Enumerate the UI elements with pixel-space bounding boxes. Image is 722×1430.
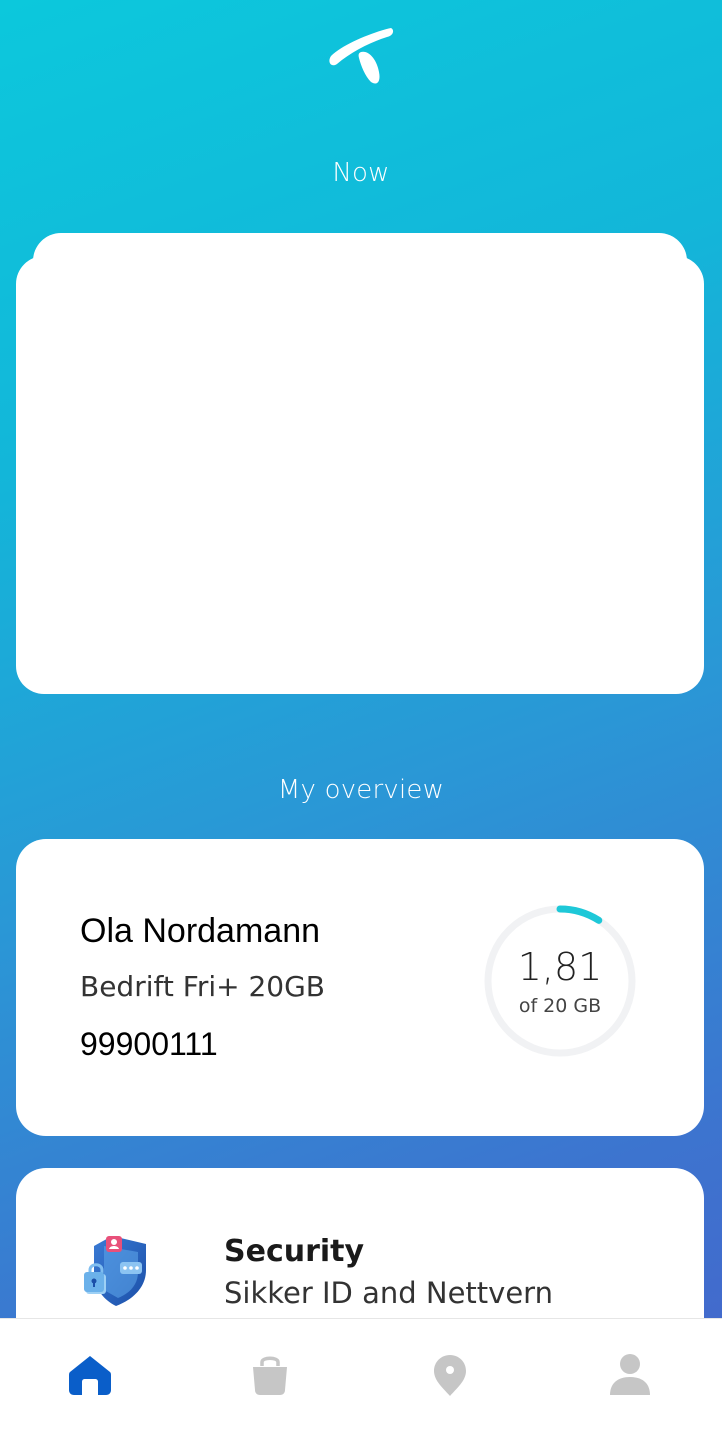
telenor-logo-icon <box>329 28 394 84</box>
bottom-navigation <box>0 1318 722 1430</box>
data-limit-label: of 20 GB <box>518 995 602 1017</box>
nav-shop-tab[interactable] <box>180 1319 360 1430</box>
nav-profile-tab[interactable] <box>540 1319 720 1430</box>
overview-section-title: My overview <box>277 775 445 805</box>
map-pin-icon <box>434 1355 466 1396</box>
shield-lock-icon <box>84 1236 146 1306</box>
nav-map-tab[interactable] <box>360 1319 540 1430</box>
subscription-plan: Bedrift Fri+ 20GB <box>80 970 325 1003</box>
app-screen: Now My overview Ola Nordamann Bedrift Fr… <box>0 0 722 1430</box>
now-card[interactable] <box>16 256 704 694</box>
security-title: Security <box>224 1234 365 1269</box>
subscription-card[interactable]: Ola Nordamann Bedrift Fri+ 20GB 99900111… <box>16 839 704 1136</box>
subscriber-name: Ola Nordamann <box>80 912 321 950</box>
nav-home-tab[interactable] <box>0 1319 180 1430</box>
shopping-bag-icon <box>253 1356 287 1395</box>
profile-icon <box>610 1354 650 1395</box>
now-section-title: Now <box>332 158 390 188</box>
security-subtitle: Sikker ID and Nettvern <box>224 1276 553 1310</box>
home-icon <box>69 1356 111 1395</box>
data-used-value: 1,81 <box>517 945 603 989</box>
phone-number: 99900111 <box>80 1026 218 1062</box>
